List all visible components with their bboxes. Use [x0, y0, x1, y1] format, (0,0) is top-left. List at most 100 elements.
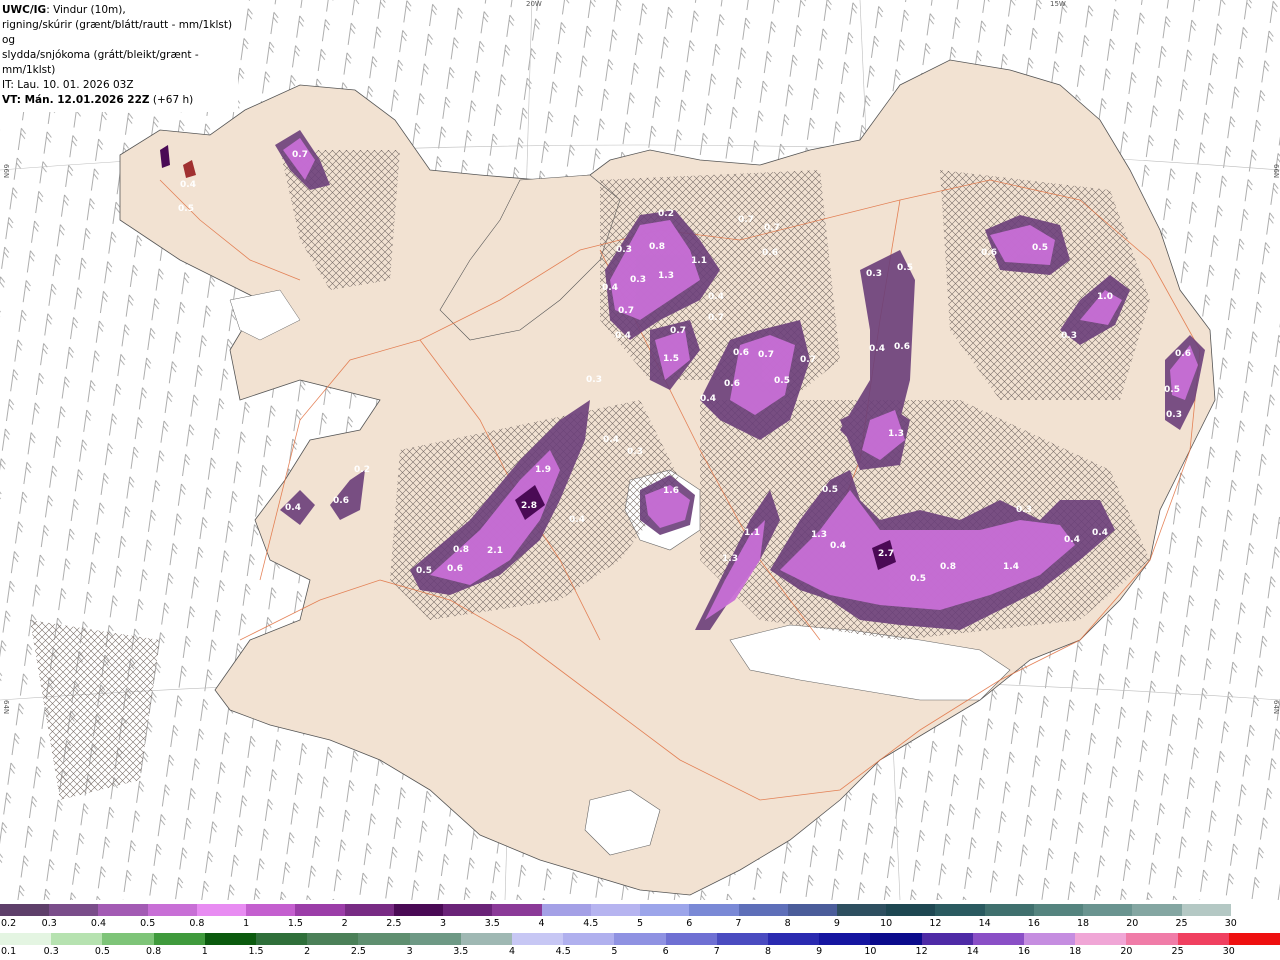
- legend-swatch: [870, 933, 922, 945]
- legend-tick-label: 14: [966, 946, 979, 957]
- legend-tick-label: 20: [1120, 946, 1133, 957]
- precip-value-label: 0.2: [658, 209, 674, 219]
- legend-tick-label: 20: [1126, 918, 1139, 929]
- weather-map: 0.4 0.5 0.7 0.2 0.3 0.7 0.7 0.6 0.8 1.1 1.3 0.3 0.4 0…: [0, 0, 1280, 900]
- precip-value-label: 0.4: [615, 331, 631, 341]
- legend-tick-label: 6: [662, 946, 669, 957]
- legend-swatch: [590, 904, 641, 916]
- precip-value-label: 1.6: [663, 486, 679, 496]
- coord-left-66n: 66N: [2, 164, 10, 179]
- legend-tick-label: 8: [784, 918, 791, 929]
- precip-value-label: 0.7: [800, 355, 816, 365]
- legend-snow-colorbar: [0, 904, 1280, 916]
- legend-tick-label: 4.5: [583, 918, 599, 929]
- precip-value-label: 0.3: [630, 275, 646, 285]
- legend-swatch: [819, 933, 871, 945]
- legend-swatch: [935, 904, 985, 916]
- legend-tick-label: 7: [713, 946, 720, 957]
- legend-swatch: [102, 933, 154, 945]
- info-line-2: rigning/skúrir (grænt/blátt/rautt - mm/1…: [2, 19, 233, 46]
- legend-swatch: [1177, 933, 1229, 945]
- legend-tick-label: 12: [929, 918, 942, 929]
- precip-value-label: 0.4: [830, 541, 846, 551]
- precip-value-label: 0.7: [708, 313, 724, 323]
- legend-tick-label: 4: [538, 918, 545, 929]
- legend-swatch: [563, 933, 615, 945]
- precip-value-label: 1.0: [1097, 292, 1113, 302]
- legend-tick-label: 4: [508, 946, 516, 957]
- info-line-1-text: : Vindur (10m),: [46, 4, 126, 16]
- legend-swatch: [1181, 904, 1231, 916]
- legend-swatch: [393, 904, 444, 916]
- precip-value-label: 0.7: [738, 215, 754, 225]
- legend-tick-label: 0.5: [140, 918, 156, 929]
- legend-tick-label: 0.3: [43, 946, 59, 957]
- precip-value-label: 0.6: [733, 348, 749, 358]
- legend-swatch: [358, 933, 410, 945]
- precip-value-label: 1.3: [722, 554, 738, 564]
- legend-swatch: [716, 933, 769, 945]
- precip-value-label: 0.5: [822, 485, 838, 495]
- legend-swatch: [492, 904, 542, 916]
- precip-legend: 0.2 0.3 0.4 0.5 0.8 1 1.5 2 2.5 3 3.5 4 4.5 5 6 7 8 9 10 12…: [0, 900, 1280, 960]
- precip-value-label: 0.3: [1061, 331, 1077, 341]
- legend-swatch: [344, 904, 394, 916]
- legend-tick-label: 25: [1175, 918, 1188, 929]
- precip-value-label: 0.7: [764, 223, 780, 233]
- legend-swatch: [153, 933, 205, 945]
- precip-value-label: 0.6: [894, 342, 910, 352]
- precip-value-label: 0.5: [1032, 243, 1048, 253]
- legend-tick-label: 1: [243, 918, 250, 929]
- precip-value-label: 0.8: [940, 562, 956, 572]
- legend-tick-label: 0.5: [94, 946, 110, 957]
- legend-swatch: [614, 933, 666, 945]
- precip-value-label: 1.3: [658, 271, 674, 281]
- legend-tick-label: 10: [864, 946, 877, 957]
- legend-tick-label: 0.8: [189, 918, 205, 929]
- legend-tick-label: 2: [341, 918, 348, 929]
- precip-value-label: 0.3: [627, 447, 643, 457]
- legend-swatch: [147, 904, 197, 916]
- legend-swatch: [768, 933, 820, 945]
- legend-swatch: [1126, 933, 1178, 945]
- legend-swatch: [0, 904, 50, 916]
- legend-swatch: [256, 933, 308, 945]
- precip-value-label: 0.3: [586, 375, 602, 385]
- precip-value-label: 1.9: [535, 465, 551, 475]
- legend-swatch: [886, 904, 936, 916]
- precip-value-label: 0.5: [897, 263, 913, 273]
- legend-tick-label: 30: [1222, 946, 1235, 957]
- precip-value-label: 0.6: [981, 248, 997, 258]
- map-info-box: UWC/IG: Vindur (10m), rigning/skúrir (gr…: [0, 0, 238, 112]
- precip-value-label: 0.4: [285, 503, 301, 513]
- precip-value-label: 0.5: [1164, 385, 1180, 395]
- precip-value-label: 0.3: [1016, 505, 1032, 515]
- precip-value-label: 0.6: [762, 248, 778, 258]
- legend-tick-label: 3.5: [484, 918, 500, 929]
- issue-time: IT: Lau. 10. 01. 2026 03Z: [2, 79, 134, 91]
- legend-tick-label: 16: [1027, 918, 1040, 929]
- legend-swatch: [1033, 904, 1084, 916]
- precip-value-label: 0.8: [649, 242, 665, 252]
- precip-value-label: 0.7: [758, 350, 774, 360]
- legend-swatch: [196, 904, 247, 916]
- legend-swatch: [460, 933, 513, 945]
- legend-tick-label: 0.4: [90, 918, 107, 929]
- legend-tick-label: 0.1: [1, 946, 17, 957]
- precip-value-label: 0.7: [618, 306, 634, 316]
- legend-tick-label: 30: [1224, 918, 1237, 929]
- legend-swatch: [443, 904, 493, 916]
- legend-tick-label: 2: [304, 946, 311, 957]
- precip-value-label: 0.3: [616, 245, 632, 255]
- precip-value-label: 1.1: [744, 528, 760, 538]
- legend-tick-label: 4.5: [555, 946, 571, 957]
- precip-value-label: 0.4: [700, 394, 716, 404]
- legend-tick-label: 8: [764, 946, 772, 957]
- legend-swatch: [640, 904, 690, 916]
- precip-value-label: 2.7: [878, 549, 894, 559]
- legend-tick-label: 1.5: [287, 918, 303, 929]
- legend-swatch: [1024, 933, 1076, 945]
- legend-tick-label: 12: [915, 946, 928, 957]
- legend-swatch: [49, 904, 99, 916]
- legend-swatch: [98, 904, 148, 916]
